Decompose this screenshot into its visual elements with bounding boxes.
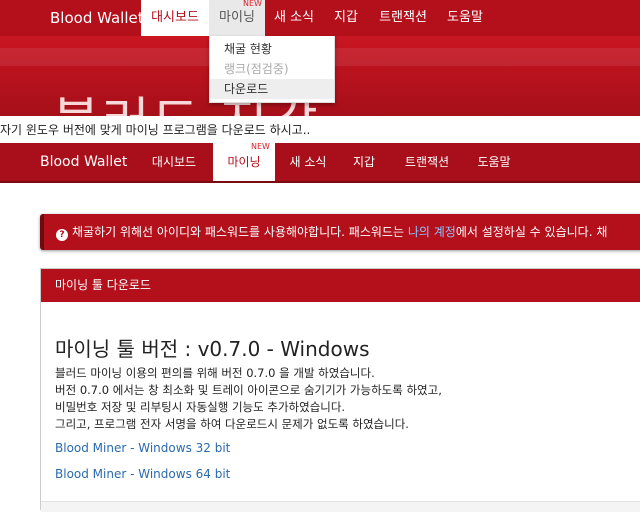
- nav2-wallet[interactable]: 지갑: [341, 143, 387, 181]
- nav-news[interactable]: 새 소식: [265, 0, 323, 36]
- nav2-help[interactable]: 도움말: [466, 143, 522, 181]
- nav2-dashboard[interactable]: 대시보드: [141, 143, 207, 181]
- nav-dashboard[interactable]: 대시보드: [141, 0, 209, 36]
- nav-mining[interactable]: 마이닝 NEW: [209, 0, 265, 36]
- my-account-link[interactable]: 나의 계정: [408, 225, 456, 239]
- nav2-mining-label: 마이닝: [227, 155, 261, 169]
- alert-text-after: 에서 설정하실 수 있습니다. 채: [455, 225, 608, 239]
- panel-heading: 마이닝 툴 다운로드: [41, 269, 640, 302]
- dropdown-item-download[interactable]: 다운로드: [210, 79, 334, 99]
- nav2-mining[interactable]: 마이닝 NEW: [213, 142, 275, 181]
- description-line: 버전 0.7.0 에서는 창 최소화 및 트레이 아이콘으로 숨기기가 가능하도…: [55, 383, 442, 397]
- new-badge: NEW: [243, 0, 262, 8]
- description-line: 블러드 마이닝 이용의 편의를 위해 버전 0.7.0 을 개발 하였습니다.: [55, 366, 375, 380]
- instruction-text: 자기 윈도우 버전에 맞게 마이닝 프로그램을 다운로드 하시고..: [0, 116, 640, 142]
- download-64bit-link[interactable]: Blood Miner - Windows 64 bit: [55, 467, 230, 481]
- nav-wallet[interactable]: 지갑: [323, 0, 369, 36]
- dropdown-item-rank: 랭크(점검중): [224, 62, 289, 76]
- description-line: 그리고, 프로그램 전자 서명을 하여 다운로드시 문제가 없도록 하였습니다.: [55, 417, 409, 431]
- question-circle-icon: ?: [56, 229, 68, 241]
- version-title: 마이닝 툴 버전 : v0.7.0 - Windows: [55, 337, 370, 361]
- nav-help[interactable]: 도움말: [437, 0, 493, 36]
- nav2-transactions[interactable]: 트랜잭션: [393, 143, 461, 181]
- download-32bit-link[interactable]: Blood Miner - Windows 32 bit: [55, 441, 230, 455]
- alert-text-before: 채굴하기 위해선 아이디와 패스워드를 사용해야합니다. 패스워드는: [72, 225, 408, 239]
- dropdown-item-mining-status[interactable]: 채굴 현황: [210, 39, 334, 59]
- nav-transactions[interactable]: 트랜잭션: [369, 0, 437, 36]
- top-navbar: Blood Wallet 대시보드 마이닝 NEW 새 소식 지갑 트랜잭션 도…: [0, 0, 640, 36]
- download-panel: 마이닝 툴 다운로드 마이닝 툴 버전 : v0.7.0 - Windows 블…: [40, 268, 640, 512]
- mining-dropdown-menu: 채굴 현황 랭크(점검중) 다운로드: [209, 36, 335, 103]
- second-navbar: Blood Wallet 대시보드 마이닝 NEW 새 소식 지갑 트랜잭션 도…: [0, 142, 640, 183]
- nav2-news[interactable]: 새 소식: [279, 143, 337, 181]
- nav-mining-label: 마이닝: [219, 10, 255, 25]
- new-badge-2: NEW: [251, 142, 270, 151]
- brand-logo[interactable]: Blood Wallet: [50, 0, 144, 36]
- panel-footer: [41, 501, 640, 512]
- version-description: 블러드 마이닝 이용의 편의를 위해 버전 0.7.0 을 개발 하였습니다. …: [55, 365, 442, 433]
- brand-logo-2[interactable]: Blood Wallet: [40, 143, 127, 181]
- password-alert: ? 채굴하기 위해선 아이디와 패스워드를 사용해야합니다. 패스워드는 나의 계…: [40, 214, 640, 250]
- description-line: 비밀번호 저장 및 리부팅시 자동실행 기능도 추가하였습니다.: [55, 400, 346, 414]
